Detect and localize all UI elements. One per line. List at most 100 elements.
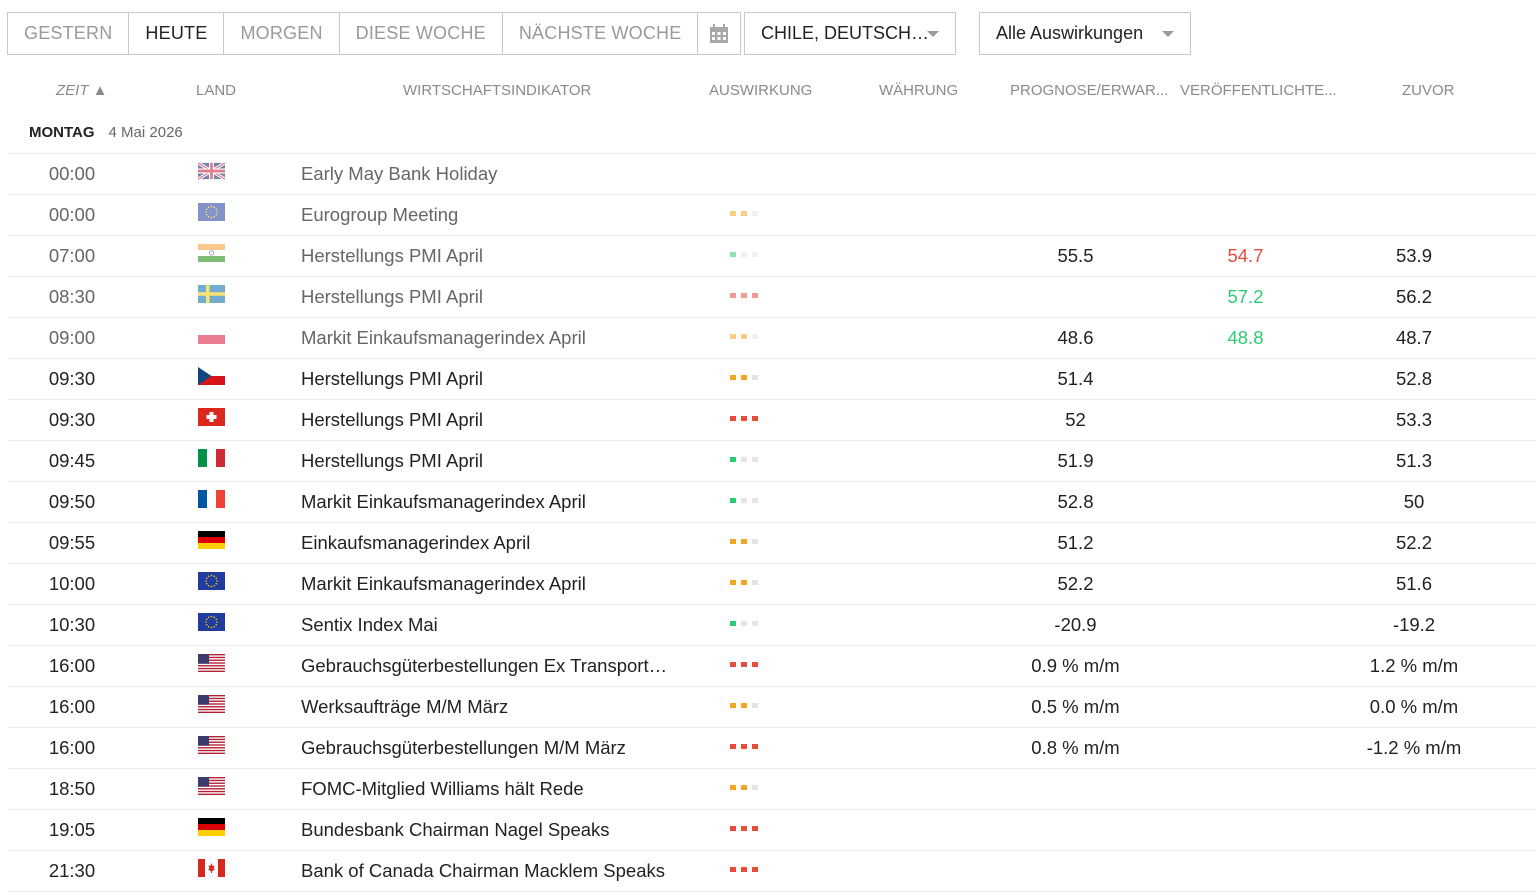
column-header-time[interactable]: ZEIT ▲ — [56, 82, 108, 99]
event-time: 10:30 — [48, 614, 96, 635]
table-row[interactable]: 10:00 Markit Einkaufsmanagerindex April 52… — [8, 564, 1536, 605]
forecast-value: 51.9 — [1057, 450, 1094, 471]
table-row[interactable]: 10:30 Sentix Index Mai -20.9 -19.2 — [8, 605, 1536, 646]
previous-value: 1.2 % m/m — [1369, 655, 1459, 676]
event-name[interactable]: Markit Einkaufsmanagerindex April — [301, 318, 691, 357]
impact-dot — [730, 498, 736, 503]
table-row[interactable]: 16:00 Gebrauchsgüterbestellungen Ex Trans… — [8, 646, 1536, 687]
table-row[interactable]: 09:50 Markit Einkaufsmanagerindex April 52… — [8, 482, 1536, 523]
event-time: 16:00 — [48, 737, 96, 758]
impact-dot — [730, 416, 736, 421]
tab-morgen[interactable]: MORGEN — [224, 13, 340, 54]
impact-dot — [752, 416, 758, 421]
table-row[interactable]: 16:00 Gebrauchsgüterbestellungen M/M März… — [8, 728, 1536, 769]
table-header: ZEIT ▲ LAND WIRTSCHAFTSINDIKATOR AUSWIRK… — [0, 82, 1538, 102]
actual-value: 57.2 — [1227, 286, 1264, 307]
event-name[interactable]: Bundesbank Chairman Nagel Speaks — [301, 810, 691, 849]
event-name[interactable]: FOMC-Mitglied Williams hält Rede — [301, 769, 691, 808]
impact-dot — [730, 539, 736, 544]
table-row[interactable]: 07:00 Herstellungs PMI April 55.5 54.7 53.9 — [8, 236, 1536, 277]
table-row[interactable]: 09:30 Herstellungs PMI April 51.4 52.8 — [8, 359, 1536, 400]
event-name[interactable]: Herstellungs PMI April — [301, 441, 691, 480]
table-row[interactable]: 09:45 Herstellungs PMI April 51.9 51.3 — [8, 441, 1536, 482]
event-name[interactable]: Gebrauchsgüterbestellungen M/M März — [301, 728, 691, 767]
event-time: 00:00 — [48, 163, 96, 184]
table-row[interactable]: 19:05 Bundesbank Chairman Nagel Speaks — [8, 810, 1536, 851]
event-name[interactable]: Werksaufträge M/M März — [301, 687, 691, 726]
impact-indicator — [730, 252, 758, 258]
event-name[interactable]: Eurogroup Meeting — [301, 195, 691, 234]
uk-flag-icon — [198, 162, 225, 180]
event-time: 21:30 — [48, 860, 96, 881]
table-row[interactable]: 09:55 Einkaufsmanagerindex April 51.2 52.2 — [8, 523, 1536, 564]
impact-dot — [752, 252, 758, 257]
events-table: 00:00 Early May Bank Holiday 00:00 Eurogrou… — [8, 154, 1536, 892]
impact-indicator — [730, 375, 758, 381]
event-name[interactable]: Herstellungs PMI April — [301, 400, 691, 439]
event-time: 09:30 — [48, 409, 96, 430]
tab-gestern[interactable]: GESTERN — [8, 13, 130, 54]
impact-indicator — [730, 334, 758, 340]
event-time: 16:00 — [48, 696, 96, 717]
table-row[interactable]: 21:30 Bank of Canada Chairman Macklem Spe… — [8, 851, 1536, 892]
event-time: 16:00 — [48, 655, 96, 676]
event-name[interactable]: Early May Bank Holiday — [301, 154, 691, 193]
impact-indicator — [730, 539, 758, 545]
forecast-value: 51.4 — [1057, 368, 1094, 389]
calendar-button[interactable] — [698, 13, 740, 54]
event-name[interactable]: Sentix Index Mai — [301, 605, 691, 644]
forecast-value: 0.8 % m/m — [1031, 737, 1120, 758]
impact-dot — [752, 498, 758, 503]
table-row[interactable]: 09:30 Herstellungs PMI April 52 53.3 — [8, 400, 1536, 441]
previous-value: 56.2 — [1395, 286, 1432, 307]
previous-value: 52.2 — [1395, 532, 1432, 553]
event-name[interactable]: Herstellungs PMI April — [301, 236, 691, 275]
tab-heute[interactable]: HEUTE — [129, 13, 225, 54]
impact-filter-label: Alle Auswirkungen — [996, 23, 1144, 43]
previous-value: -1.2 % m/m — [1366, 737, 1462, 758]
event-name[interactable]: Markit Einkaufsmanagerindex April — [301, 482, 691, 521]
event-name[interactable]: Gebrauchsgüterbestellungen Ex Transport… — [301, 646, 691, 685]
table-row[interactable]: 00:00 Eurogroup Meeting — [8, 195, 1536, 236]
chevron-down-icon — [1162, 30, 1174, 37]
impact-dot — [730, 211, 736, 216]
impact-indicator — [730, 826, 758, 832]
impact-dot — [730, 334, 736, 339]
previous-value: 51.3 — [1395, 450, 1432, 471]
impact-indicator — [730, 457, 758, 463]
forecast-value: 52 — [1065, 409, 1086, 430]
impact-dot — [741, 785, 747, 790]
event-name[interactable]: Einkaufsmanagerindex April — [301, 523, 691, 562]
day-date: 4 Mai 2026 — [108, 124, 183, 141]
table-row[interactable]: 00:00 Early May Bank Holiday — [8, 154, 1536, 195]
column-header-actual: VERÖFFENTLICHTE... — [1180, 82, 1337, 99]
impact-dot — [752, 867, 758, 872]
canada-flag-icon — [198, 859, 225, 877]
event-time: 09:50 — [48, 491, 96, 512]
event-name[interactable]: Herstellungs PMI April — [301, 277, 691, 316]
impact-indicator — [730, 498, 758, 504]
actual-value: 48.8 — [1227, 327, 1264, 348]
table-row[interactable]: 08:30 Herstellungs PMI April 57.2 56.2 — [8, 277, 1536, 318]
event-name[interactable]: Herstellungs PMI April — [301, 359, 691, 398]
table-row[interactable]: 09:00 Markit Einkaufsmanagerindex April 48… — [8, 318, 1536, 359]
impact-dot — [752, 785, 758, 790]
tab-naechste-woche[interactable]: NÄCHSTE WOCHE — [503, 13, 699, 54]
tab-diese-woche[interactable]: DIESE WOCHE — [340, 13, 503, 54]
impact-filter-dropdown[interactable]: Alle Auswirkungen — [979, 12, 1191, 55]
country-filter-dropdown[interactable]: CHILE, DEUTSCH… — [744, 12, 956, 55]
column-header-currency: WÄHRUNG — [879, 82, 959, 99]
event-time: 18:50 — [48, 778, 96, 799]
impact-dot — [741, 293, 747, 298]
impact-dot — [730, 252, 736, 257]
column-header-impact: AUSWIRKUNG — [709, 82, 813, 99]
forecast-value: 52.8 — [1057, 491, 1094, 512]
table-row[interactable]: 18:50 FOMC-Mitglied Williams hält Rede — [8, 769, 1536, 810]
table-row[interactable]: 16:00 Werksaufträge M/M März 0.5 % m/m 0.0 … — [8, 687, 1536, 728]
event-time: 08:30 — [48, 286, 96, 307]
impact-dot — [730, 703, 736, 708]
impact-dot — [741, 252, 747, 257]
event-name[interactable]: Markit Einkaufsmanagerindex April — [301, 564, 691, 603]
impact-indicator — [730, 621, 758, 627]
event-name[interactable]: Bank of Canada Chairman Macklem Speaks — [301, 851, 691, 890]
